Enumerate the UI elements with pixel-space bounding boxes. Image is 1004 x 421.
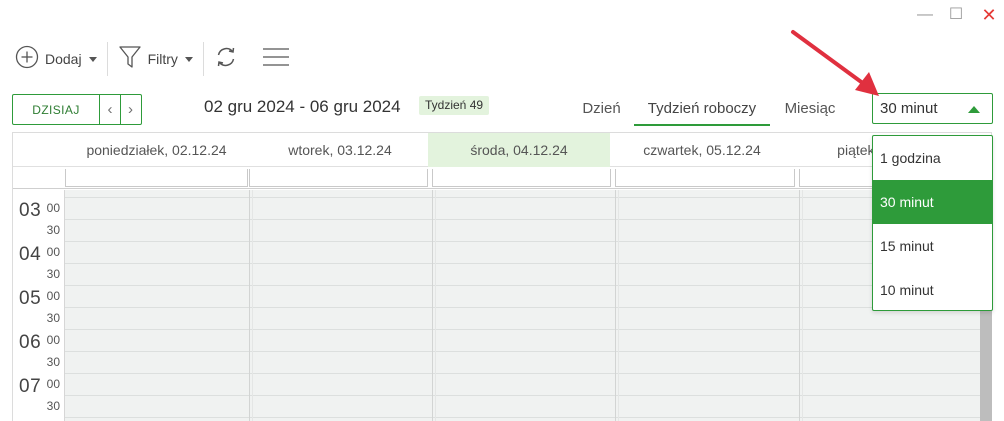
chevron-down-icon	[184, 56, 193, 62]
slot-line	[65, 417, 991, 418]
interval-dropdown-list: 1 godzina 30 minut 15 minut 10 minut	[872, 135, 993, 311]
day-header[interactable]: wtorek, 03.12.24	[249, 133, 431, 167]
hour-label: 04	[19, 244, 42, 265]
funnel-icon	[118, 44, 142, 75]
interval-option-15min[interactable]: 15 minut	[873, 224, 992, 268]
filter-label: Filtry	[147, 51, 178, 67]
minute-label: 30	[46, 355, 60, 369]
all-day-cell[interactable]	[432, 169, 611, 187]
slot-line	[65, 263, 991, 264]
toolbar-divider	[202, 42, 204, 76]
next-week-button[interactable]: ›	[120, 95, 140, 124]
minute-label: 30	[46, 267, 60, 281]
minute-label: 00	[46, 377, 60, 391]
plus-circle-icon	[15, 45, 39, 74]
slot-line	[65, 219, 991, 220]
slot-line	[65, 373, 991, 374]
minute-label: 00	[46, 201, 60, 215]
date-navigation: DZISIAJ ‹ ›	[12, 94, 142, 125]
minute-label: 00	[46, 289, 60, 303]
maximize-button[interactable]: ☐	[945, 4, 967, 26]
interval-select[interactable]: 30 minut	[872, 93, 993, 124]
slot-line	[65, 241, 991, 242]
slot-line	[65, 197, 991, 198]
interval-option-30min[interactable]: 30 minut	[873, 180, 992, 224]
refresh-button[interactable]	[208, 42, 244, 76]
all-day-cell[interactable]	[249, 169, 428, 187]
day-headers: poniedziałek, 02.12.24 wtorek, 03.12.24 …	[13, 133, 991, 167]
day-divider	[618, 190, 619, 421]
refresh-icon	[214, 45, 238, 74]
day-divider	[435, 190, 436, 421]
day-divider	[615, 190, 616, 421]
tab-day[interactable]: Dzień	[574, 96, 629, 126]
all-day-row	[13, 167, 991, 189]
day-divider	[252, 190, 253, 421]
chevron-down-icon	[88, 56, 97, 62]
minute-label: 30	[46, 399, 60, 413]
close-button[interactable]: ✕	[978, 4, 1000, 26]
slot-line	[65, 351, 991, 352]
minute-label: 30	[46, 223, 60, 237]
today-button[interactable]: DZISIAJ	[13, 95, 100, 124]
hamburger-icon	[262, 46, 290, 73]
calendar-view: poniedziałek, 02.12.24 wtorek, 03.12.24 …	[12, 132, 992, 421]
hour-label: 05	[19, 288, 42, 309]
menu-button[interactable]	[256, 42, 296, 76]
all-day-cell[interactable]	[65, 169, 248, 187]
slot-line	[65, 307, 991, 308]
hour-label: 06	[19, 332, 42, 353]
day-divider	[802, 190, 803, 421]
slot-line	[65, 329, 991, 330]
add-label: Dodaj	[45, 51, 82, 67]
hour-label: 07	[19, 376, 42, 397]
week-number-badge: Tydzień 49	[419, 96, 490, 115]
all-day-cell[interactable]	[615, 169, 795, 187]
add-button[interactable]: Dodaj	[9, 42, 103, 76]
day-divider	[799, 190, 800, 421]
toolbar: Dodaj Filtry	[9, 42, 296, 76]
day-header[interactable]: poniedziałek, 02.12.24	[65, 133, 248, 167]
minimize-button[interactable]: —	[914, 4, 936, 26]
prev-week-button[interactable]: ‹	[100, 95, 120, 124]
interval-option-10min[interactable]: 10 minut	[873, 268, 992, 312]
tab-month[interactable]: Miesiąc	[776, 96, 844, 126]
minute-label: 30	[46, 311, 60, 325]
minute-label: 00	[46, 245, 60, 259]
toolbar-divider	[106, 42, 108, 76]
minute-label: 00	[46, 333, 60, 347]
day-header-today[interactable]: środa, 04.12.24	[428, 133, 610, 167]
time-grid[interactable]: 03 00 30 04 00 30 05 00 30 06 00 30 07 0…	[13, 190, 991, 421]
time-column: 03 00 30 04 00 30 05 00 30 06 00 30 07 0…	[13, 190, 65, 421]
interval-option-1h[interactable]: 1 godzina	[873, 136, 992, 180]
date-range-title: 02 gru 2024 - 06 gru 2024	[204, 97, 401, 116]
vertical-scrollbar[interactable]	[980, 311, 992, 421]
day-divider	[249, 190, 250, 421]
chevron-up-icon	[968, 106, 980, 113]
hour-label: 03	[19, 200, 42, 221]
slot-line	[65, 285, 991, 286]
filter-button[interactable]: Filtry	[112, 42, 199, 76]
day-header[interactable]: czwartek, 05.12.24	[611, 133, 793, 167]
slot-line	[65, 395, 991, 396]
interval-select-value: 30 minut	[880, 100, 938, 117]
tab-workweek[interactable]: Tydzień roboczy	[634, 96, 770, 126]
day-divider	[432, 190, 433, 421]
